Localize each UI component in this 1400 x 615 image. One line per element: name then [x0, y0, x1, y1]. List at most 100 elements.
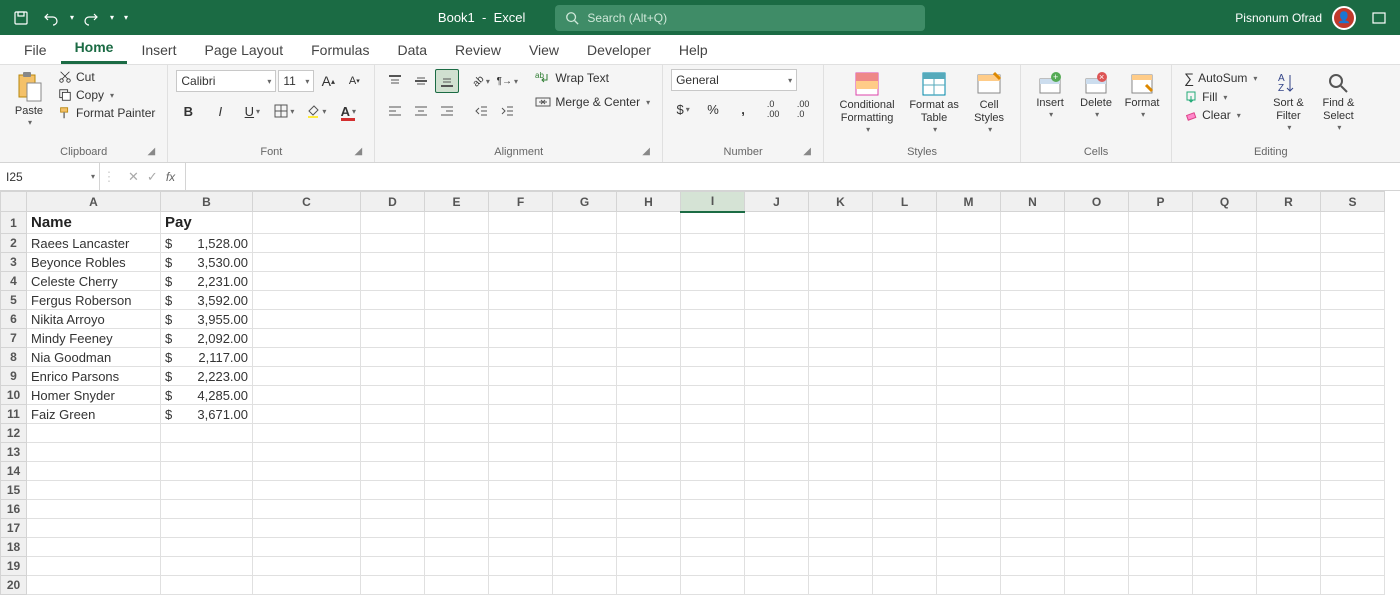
- cell-L13[interactable]: [873, 443, 937, 462]
- cell-A16[interactable]: [27, 500, 161, 519]
- cell-B10[interactable]: $4,285.00: [161, 386, 253, 405]
- cell-E10[interactable]: [425, 386, 489, 405]
- col-header-S[interactable]: S: [1321, 192, 1385, 212]
- cell-E6[interactable]: [425, 310, 489, 329]
- tab-page-layout[interactable]: Page Layout: [190, 36, 297, 64]
- cell-K19[interactable]: [809, 557, 873, 576]
- user-name[interactable]: Pisnonum Ofrad: [1235, 11, 1322, 25]
- cell-M15[interactable]: [937, 481, 1001, 500]
- format-painter-button[interactable]: Format Painter: [54, 105, 159, 121]
- col-header-P[interactable]: P: [1129, 192, 1193, 212]
- align-center-button[interactable]: [409, 99, 433, 123]
- row-header-20[interactable]: 20: [1, 576, 27, 595]
- cell-D17[interactable]: [361, 519, 425, 538]
- tab-home[interactable]: Home: [61, 33, 128, 64]
- cell-F7[interactable]: [489, 329, 553, 348]
- cell-H1[interactable]: [617, 212, 681, 234]
- cell-O2[interactable]: [1065, 234, 1129, 253]
- cell-G18[interactable]: [553, 538, 617, 557]
- orientation-button[interactable]: ab▾: [469, 69, 493, 93]
- cell-S16[interactable]: [1321, 500, 1385, 519]
- cell-P8[interactable]: [1129, 348, 1193, 367]
- cell-D10[interactable]: [361, 386, 425, 405]
- enter-formula-icon[interactable]: ✓: [147, 169, 158, 185]
- col-header-O[interactable]: O: [1065, 192, 1129, 212]
- cell-L11[interactable]: [873, 405, 937, 424]
- row-header-4[interactable]: 4: [1, 272, 27, 291]
- col-header-K[interactable]: K: [809, 192, 873, 212]
- increase-decimal-button[interactable]: .0.00: [761, 97, 785, 121]
- cell-E13[interactable]: [425, 443, 489, 462]
- cell-C5[interactable]: [253, 291, 361, 310]
- cell-S17[interactable]: [1321, 519, 1385, 538]
- cell-P15[interactable]: [1129, 481, 1193, 500]
- cell-S14[interactable]: [1321, 462, 1385, 481]
- cell-O4[interactable]: [1065, 272, 1129, 291]
- cell-L12[interactable]: [873, 424, 937, 443]
- cell-R18[interactable]: [1257, 538, 1321, 557]
- cell-O20[interactable]: [1065, 576, 1129, 595]
- col-header-C[interactable]: C: [253, 192, 361, 212]
- cell-R16[interactable]: [1257, 500, 1321, 519]
- cell-B1[interactable]: Pay: [161, 212, 253, 234]
- cell-K11[interactable]: [809, 405, 873, 424]
- cell-P6[interactable]: [1129, 310, 1193, 329]
- decrease-indent-button[interactable]: [469, 99, 493, 123]
- comma-format-button[interactable]: ,: [731, 97, 755, 121]
- cell-H5[interactable]: [617, 291, 681, 310]
- cell-M12[interactable]: [937, 424, 1001, 443]
- cell-A3[interactable]: Beyonce Robles: [27, 253, 161, 272]
- cell-E9[interactable]: [425, 367, 489, 386]
- cell-E16[interactable]: [425, 500, 489, 519]
- cell-N9[interactable]: [1001, 367, 1065, 386]
- undo-dropdown[interactable]: ▾: [70, 13, 74, 22]
- cell-S3[interactable]: [1321, 253, 1385, 272]
- italic-button[interactable]: I: [208, 99, 232, 123]
- cell-N10[interactable]: [1001, 386, 1065, 405]
- cell-J17[interactable]: [745, 519, 809, 538]
- cell-A19[interactable]: [27, 557, 161, 576]
- col-header-F[interactable]: F: [489, 192, 553, 212]
- cell-D18[interactable]: [361, 538, 425, 557]
- col-header-M[interactable]: M: [937, 192, 1001, 212]
- cell-C1[interactable]: [253, 212, 361, 234]
- cell-M10[interactable]: [937, 386, 1001, 405]
- row-header-5[interactable]: 5: [1, 291, 27, 310]
- cell-L14[interactable]: [873, 462, 937, 481]
- cell-P2[interactable]: [1129, 234, 1193, 253]
- cell-F1[interactable]: [489, 212, 553, 234]
- cell-C15[interactable]: [253, 481, 361, 500]
- wrap-text-button[interactable]: ab Wrap Text: [531, 69, 654, 87]
- cell-G6[interactable]: [553, 310, 617, 329]
- col-header-N[interactable]: N: [1001, 192, 1065, 212]
- borders-button[interactable]: ▾: [272, 99, 296, 123]
- cell-H13[interactable]: [617, 443, 681, 462]
- tab-data[interactable]: Data: [383, 36, 441, 64]
- cell-N6[interactable]: [1001, 310, 1065, 329]
- cell-K3[interactable]: [809, 253, 873, 272]
- cell-H17[interactable]: [617, 519, 681, 538]
- cell-G12[interactable]: [553, 424, 617, 443]
- cell-J13[interactable]: [745, 443, 809, 462]
- spreadsheet-grid[interactable]: ABCDEFGHIJKLMNOPQRS1NamePay2Raees Lancas…: [0, 191, 1400, 595]
- cell-J3[interactable]: [745, 253, 809, 272]
- cell-G9[interactable]: [553, 367, 617, 386]
- cell-P16[interactable]: [1129, 500, 1193, 519]
- cell-P12[interactable]: [1129, 424, 1193, 443]
- cell-R17[interactable]: [1257, 519, 1321, 538]
- fill-button[interactable]: Fill▾: [1180, 89, 1261, 105]
- format-cells-button[interactable]: Format▾: [1121, 69, 1163, 122]
- cell-K13[interactable]: [809, 443, 873, 462]
- cell-J15[interactable]: [745, 481, 809, 500]
- cell-L4[interactable]: [873, 272, 937, 291]
- cell-G16[interactable]: [553, 500, 617, 519]
- cell-Q2[interactable]: [1193, 234, 1257, 253]
- cell-J20[interactable]: [745, 576, 809, 595]
- cell-L18[interactable]: [873, 538, 937, 557]
- cell-O16[interactable]: [1065, 500, 1129, 519]
- cell-Q8[interactable]: [1193, 348, 1257, 367]
- cell-L16[interactable]: [873, 500, 937, 519]
- align-left-button[interactable]: [383, 99, 407, 123]
- cell-M16[interactable]: [937, 500, 1001, 519]
- cell-J4[interactable]: [745, 272, 809, 291]
